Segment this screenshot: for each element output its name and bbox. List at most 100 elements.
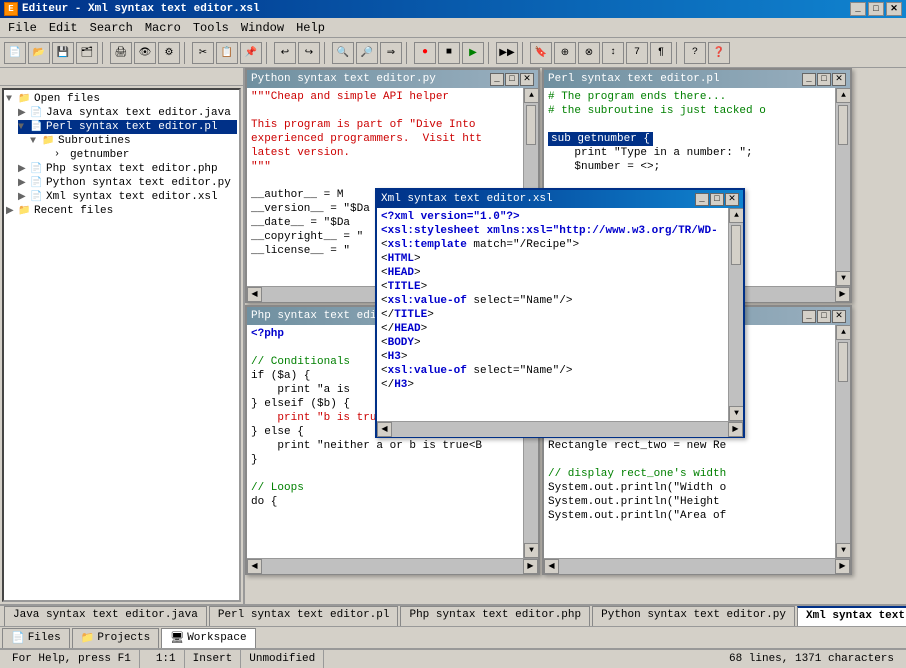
python-close[interactable]: ✕ — [520, 73, 534, 86]
xml-maximize[interactable]: □ — [710, 193, 724, 206]
tree-python-file[interactable]: ▶ 📄 Python syntax text editor.py — [18, 176, 237, 190]
xml-close[interactable]: ✕ — [725, 193, 739, 206]
undo-button[interactable]: ↩ — [274, 42, 296, 64]
perl-minimize[interactable]: _ — [802, 73, 816, 86]
new-button[interactable]: 📄 — [4, 42, 26, 64]
maximize-button[interactable]: □ — [868, 2, 884, 16]
java-close[interactable]: ✕ — [832, 310, 846, 323]
open-button[interactable]: 📂 — [28, 42, 50, 64]
hscroll-right[interactable]: ▶ — [835, 559, 850, 574]
b2-button[interactable]: ⊕ — [554, 42, 576, 64]
close-button[interactable]: ✕ — [886, 2, 902, 16]
python-editor-title[interactable]: Python syntax text editor.py _ □ ✕ — [247, 70, 538, 88]
hscroll-right[interactable]: ▶ — [835, 287, 850, 302]
tab-perl[interactable]: Perl syntax text editor.pl — [209, 606, 399, 626]
tree-getnumber[interactable]: › getnumber — [42, 148, 237, 162]
print-button[interactable]: 🖨 — [110, 42, 132, 64]
scroll-up[interactable]: ▲ — [836, 88, 850, 103]
perl-close[interactable]: ✕ — [832, 73, 846, 86]
properties-button[interactable]: ⚙ — [158, 42, 180, 64]
play-button[interactable]: ▶ — [462, 42, 484, 64]
file-tree-content[interactable]: ▼ 📁 Open files ▶ 📄 Java syntax text edit… — [2, 88, 241, 602]
scroll-thumb[interactable] — [838, 342, 848, 382]
hscroll-left[interactable]: ◀ — [377, 422, 392, 437]
scroll-thumb[interactable] — [731, 225, 741, 265]
scroll-up[interactable]: ▲ — [729, 208, 743, 223]
scroll-track[interactable] — [729, 223, 743, 406]
xml-scrollbar[interactable]: ▲ ▼ — [728, 208, 743, 421]
tree-perl-file[interactable]: ▼ 📄 Perl syntax text editor.pl — [18, 120, 237, 134]
files-tab[interactable]: 📄 Files — [2, 628, 70, 648]
workspace-tab[interactable]: 🖥 Workspace — [161, 628, 255, 648]
java-minimize[interactable]: _ — [802, 310, 816, 323]
print-preview-button[interactable]: 👁 — [134, 42, 156, 64]
xml-minimize[interactable]: _ — [695, 193, 709, 206]
hscroll-left[interactable]: ◀ — [544, 559, 559, 574]
tree-php-file[interactable]: ▶ 📄 Php syntax text editor.php — [18, 162, 237, 176]
bookmark-button[interactable]: 🔖 — [530, 42, 552, 64]
scroll-up[interactable]: ▲ — [836, 325, 850, 340]
hscroll-right[interactable]: ▶ — [523, 559, 538, 574]
help-button[interactable]: ? — [684, 42, 706, 64]
xml-editor-content[interactable]: <?xml version="1.0"?> <xsl:stylesheet xm… — [377, 208, 728, 421]
menu-search[interactable]: Search — [84, 19, 139, 37]
scroll-track[interactable] — [836, 340, 850, 543]
redo-button[interactable]: ↪ — [298, 42, 320, 64]
scroll-down[interactable]: ▼ — [836, 271, 850, 286]
tree-subroutines[interactable]: ▼ 📁 Subroutines — [30, 134, 237, 148]
tab-xml[interactable]: Xml syntax text editor.xsl — [797, 606, 906, 626]
menu-edit[interactable]: Edit — [43, 19, 84, 37]
b5-button[interactable]: 7 — [626, 42, 648, 64]
find-button[interactable]: 🔍 — [332, 42, 354, 64]
tab-php[interactable]: Php syntax text editor.php — [400, 606, 590, 626]
save-button[interactable]: 💾 — [52, 42, 74, 64]
menu-macro[interactable]: Macro — [139, 19, 187, 37]
scroll-up[interactable]: ▲ — [524, 88, 538, 103]
copy-button[interactable]: 📋 — [216, 42, 238, 64]
about-button[interactable]: ❓ — [708, 42, 730, 64]
cut-button[interactable]: ✂ — [192, 42, 214, 64]
hscroll-right[interactable]: ▶ — [728, 422, 743, 437]
python-maximize[interactable]: □ — [505, 73, 519, 86]
scroll-down[interactable]: ▼ — [836, 543, 850, 558]
minimize-button[interactable]: _ — [850, 2, 866, 16]
b6-button[interactable]: ¶ — [650, 42, 672, 64]
hscroll-left[interactable]: ◀ — [247, 559, 262, 574]
menu-window[interactable]: Window — [235, 19, 290, 37]
b4-button[interactable]: ↕ — [602, 42, 624, 64]
java-maximize[interactable]: □ — [817, 310, 831, 323]
perl-maximize[interactable]: □ — [817, 73, 831, 86]
goto-button[interactable]: ⇒ — [380, 42, 402, 64]
tree-open-files[interactable]: ▼ 📁 Open files — [6, 92, 237, 106]
tab-java[interactable]: Java syntax text editor.java — [4, 606, 207, 626]
python-minimize[interactable]: _ — [490, 73, 504, 86]
tree-recent-files[interactable]: ▶ 📁 Recent files — [6, 204, 237, 218]
tab-python[interactable]: Python syntax text editor.py — [592, 606, 795, 626]
tree-xml-file[interactable]: ▶ 📄 Xml syntax text editor.xsl — [18, 190, 237, 204]
perl-editor-title[interactable]: Perl syntax text editor.pl _ □ ✕ — [544, 70, 850, 88]
menu-file[interactable]: File — [2, 19, 43, 37]
stop-button[interactable]: ■ — [438, 42, 460, 64]
xml-editor-title[interactable]: Xml syntax text editor.xsl _ □ ✕ — [377, 190, 743, 208]
menu-help[interactable]: Help — [290, 19, 331, 37]
record-button[interactable]: ● — [414, 42, 436, 64]
hscroll-track[interactable] — [559, 559, 835, 574]
tree-java-file[interactable]: ▶ 📄 Java syntax text editor.java — [18, 106, 237, 120]
scroll-thumb[interactable] — [526, 105, 536, 145]
save-all-button[interactable]: 🗂 — [76, 42, 98, 64]
scroll-down[interactable]: ▼ — [729, 406, 743, 421]
scroll-down[interactable]: ▼ — [524, 543, 538, 558]
find-replace-button[interactable]: 🔎 — [356, 42, 378, 64]
run-button[interactable]: ▶▶ — [496, 42, 518, 64]
scroll-track[interactable] — [836, 103, 850, 271]
projects-tab[interactable]: 📁 Projects — [72, 628, 160, 648]
perl-scrollbar[interactable]: ▲ ▼ — [835, 88, 850, 286]
hscroll-track[interactable] — [262, 559, 523, 574]
b3-button[interactable]: ⊗ — [578, 42, 600, 64]
paste-button[interactable]: 📌 — [240, 42, 262, 64]
java-scrollbar[interactable]: ▲ ▼ — [835, 325, 850, 558]
hscroll-track[interactable] — [392, 422, 728, 437]
scroll-thumb[interactable] — [838, 105, 848, 145]
hscroll-left[interactable]: ◀ — [247, 287, 262, 302]
menu-tools[interactable]: Tools — [187, 19, 235, 37]
